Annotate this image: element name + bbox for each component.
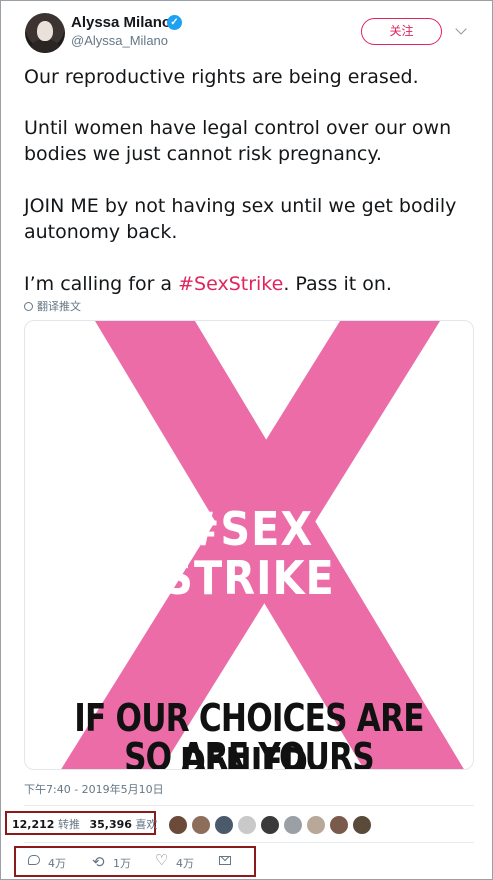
retweet-icon[interactable]: ⟲: [92, 853, 105, 871]
liker-avatar[interactable]: [352, 815, 372, 835]
retweet-action-count: 1万: [113, 857, 131, 870]
media-slogan: SO ARE YOURS: [124, 735, 375, 770]
tweet-line: JOIN ME by not having sex until we get b…: [24, 195, 457, 243]
avatar[interactable]: [25, 13, 65, 53]
tweet-text: Our reproductive rights are being erased…: [24, 64, 474, 323]
translate-tweet-link[interactable]: 翻译推文: [24, 298, 81, 314]
tweet-line: Our reproductive rights are being erased…: [24, 66, 419, 88]
reply-icon[interactable]: [28, 855, 40, 865]
liker-avatar[interactable]: [283, 815, 303, 835]
divider: [24, 805, 474, 806]
follow-button[interactable]: 关注: [361, 18, 442, 45]
liker-avatars: [168, 815, 375, 835]
like-icon[interactable]: ♡: [155, 851, 168, 869]
liker-avatar[interactable]: [237, 815, 257, 835]
liker-avatar[interactable]: [260, 815, 280, 835]
retweet-label: 转推: [57, 818, 80, 831]
author-handle[interactable]: @Alyssa_Milano: [71, 33, 168, 48]
globe-icon: [24, 302, 33, 311]
tweet-line: I’m calling for a #SexStrike. Pass it on…: [24, 271, 474, 297]
like-action-count: 4万: [176, 857, 194, 870]
translate-label: 翻译推文: [37, 300, 81, 313]
direct-message-icon[interactable]: [219, 856, 231, 865]
like-label: 喜欢: [135, 818, 158, 831]
media-card[interactable]: #SEX STRIKE IF OUR CHOICES ARE DENIED, S…: [24, 320, 474, 770]
tweet-line-text: . Pass it on.: [283, 273, 392, 295]
tweet-timestamp[interactable]: 下午7:40 - 2019年5月10日: [24, 781, 164, 797]
media-headline: STRIKE: [163, 551, 335, 605]
verified-badge-icon: ✓: [167, 15, 182, 30]
engagement-stats: 12,212 转推 35,396 喜欢: [12, 816, 157, 832]
media-headline: #SEX: [184, 502, 314, 556]
divider: [24, 842, 474, 843]
liker-avatar[interactable]: [306, 815, 326, 835]
hashtag-link[interactable]: #SexStrike: [178, 273, 283, 295]
author-name[interactable]: Alyssa Milano: [71, 14, 171, 31]
tweet-line: Until women have legal control over our …: [24, 117, 452, 165]
like-count[interactable]: 35,396: [89, 818, 131, 831]
liker-avatar[interactable]: [168, 815, 188, 835]
retweet-count[interactable]: 12,212: [12, 818, 54, 831]
tweet-line-text: I’m calling for a: [24, 273, 179, 295]
liker-avatar[interactable]: [191, 815, 211, 835]
reply-count: 4万: [48, 857, 66, 870]
liker-avatar[interactable]: [214, 815, 234, 835]
liker-avatar[interactable]: [329, 815, 349, 835]
